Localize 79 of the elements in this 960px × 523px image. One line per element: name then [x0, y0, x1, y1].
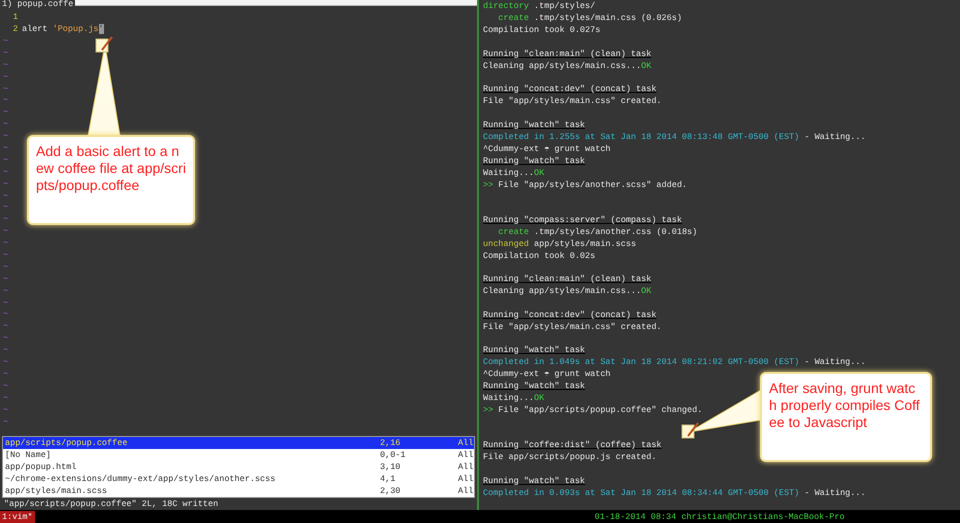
empty-line-marker: ~ [2, 332, 8, 344]
output-line: ^Cdummy-ext ☂ grunt watch [483, 142, 611, 154]
empty-line-marker: ~ [2, 82, 8, 94]
buffer-item[interactable]: app/styles/main.scss 2,30 All [3, 485, 474, 497]
note-pencil-icon [94, 34, 114, 54]
empty-line-marker: ~ [2, 249, 8, 261]
output-line: Cleaning app/styles/main.css...OK [483, 60, 652, 72]
task-heading: Running "compass:server" (compass) task [483, 214, 682, 226]
empty-line-marker: ~ [2, 118, 8, 130]
empty-line-marker: ~ [2, 380, 8, 392]
empty-line-marker: ~ [2, 296, 8, 308]
empty-line-marker: ~ [2, 94, 8, 106]
empty-line-marker: ~ [2, 344, 8, 356]
callout-text: After saving, grunt watch properly compiles Coffee to Javascript [769, 380, 921, 431]
tab-title: 1) popup.coffe [1, 0, 74, 9]
output-line: Compilation took 0.02s [483, 250, 596, 262]
output-line: File "app/styles/main.css" created. [483, 95, 662, 107]
output-line: unchanged app/styles/main.scss [483, 238, 636, 250]
empty-line-marker: ~ [2, 142, 8, 154]
output-line: >> File "app/styles/another.scss" added. [483, 178, 688, 190]
buffer-item[interactable]: app/popup.html 3,10 All [3, 461, 474, 473]
output-line: Waiting...OK [483, 392, 544, 404]
output-line: ^Cdummy-ext ☂ grunt watch [483, 368, 611, 380]
output-line: Completed in 1.049s at Sat Jan 18 2014 08:21:02 GMT-0500 (EST) - Waiting... [483, 356, 866, 368]
empty-line-marker: ~ [2, 190, 8, 202]
output-line: File "app/styles/main.css" created. [483, 320, 662, 332]
output-line: Waiting...OK [483, 166, 544, 178]
window-tab[interactable]: 1:vim* [0, 510, 35, 522]
empty-line-marker: ~ [2, 154, 8, 166]
buffer-item[interactable]: app/scripts/popup.coffee 2,16 All [3, 437, 474, 449]
task-heading: Running "concat:dev" (concat) task [483, 308, 656, 320]
buffer-item[interactable]: ~/chrome-extensions/dummy-ext/app/styles/another.scss 4,1 All [3, 473, 474, 485]
note-pencil-icon [680, 420, 700, 440]
empty-line-marker: ~ [2, 201, 8, 214]
task-heading: Running "watch" task [483, 380, 586, 392]
empty-line-marker: ~ [2, 237, 8, 250]
output-line: Completed in 1.255s at Sat Jan 18 2014 08:13:48 GMT-0500 (EST) - Waiting... [483, 130, 866, 142]
output-line: File app/scripts/popup.js created. [483, 451, 656, 463]
output-line: Completed in 0.093s at Sat Jan 18 2014 08:34:44 GMT-0500 (EST) - Waiting... [483, 486, 866, 498]
task-heading: Running "concat:dev" (concat) task [483, 83, 656, 95]
line-number: 1 [12, 11, 19, 23]
code-line: alert 'Popup.js' [22, 23, 104, 35]
empty-line-marker: ~ [2, 46, 8, 59]
empty-line-marker: ~ [2, 260, 8, 273]
callout-text: Add a basic alert to a new coffee file at app/scripts/popup.coffee [36, 143, 186, 194]
empty-line-marker: ~ [2, 178, 8, 190]
empty-line-marker: ~ [2, 106, 8, 118]
empty-line-marker: ~ [2, 225, 8, 238]
empty-line-marker: ~ [2, 272, 8, 285]
task-heading: Running "clean:main" (clean) task [483, 273, 652, 285]
empty-line-marker: ~ [2, 392, 8, 404]
empty-line-marker: ~ [2, 356, 8, 368]
output-line: Cleaning app/styles/main.css...OK [483, 285, 652, 297]
output-line: directory .tmp/styles/ [483, 0, 596, 12]
output-line: Compilation took 0.027s [483, 24, 600, 36]
line-number: 2 [12, 23, 19, 35]
empty-line-marker: ~ [2, 213, 8, 226]
empty-line-marker: ~ [2, 368, 8, 380]
task-heading: Running "coffee:dist" (coffee) task [483, 439, 662, 451]
output-line: >> File "app/scripts/popup.coffee" changed. [483, 404, 702, 416]
empty-line-marker: ~ [2, 308, 8, 320]
task-heading: Running "clean:main" (clean) task [483, 48, 652, 60]
empty-line-marker: ~ [2, 166, 8, 178]
empty-line-marker: ~ [2, 416, 8, 428]
status-message: "app/scripts/popup.coffee" 2L, 18C written [3, 498, 220, 510]
task-heading: Running "watch" task [483, 474, 586, 486]
output-line: create .tmp/styles/main.css (0.026s) [497, 12, 682, 24]
empty-line-marker: ~ [2, 35, 8, 47]
empty-line-marker: ~ [2, 58, 8, 71]
task-heading: Running "watch" task [483, 154, 586, 166]
empty-line-marker: ~ [2, 320, 8, 332]
status-clock: 01-18-2014 08:34 christian@Christians-MacBook-Pro [594, 510, 845, 522]
empty-line-marker: ~ [2, 70, 8, 83]
empty-line-marker: ~ [2, 130, 8, 142]
task-heading: Running "watch" task [483, 344, 586, 356]
empty-line-marker: ~ [2, 404, 8, 416]
output-line: create .tmp/styles/another.css (0.018s) [497, 226, 698, 238]
task-heading: Running "watch" task [483, 118, 586, 130]
empty-line-marker: ~ [2, 284, 8, 297]
